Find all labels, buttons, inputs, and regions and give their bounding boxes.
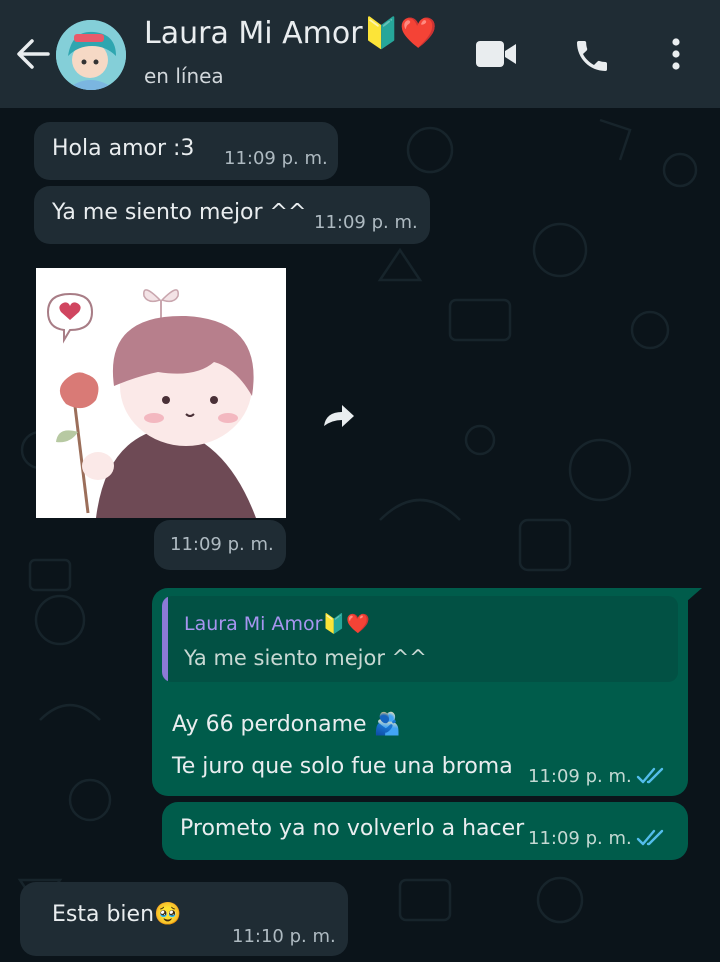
voice-call-icon[interactable] bbox=[572, 36, 612, 76]
video-call-icon[interactable] bbox=[474, 38, 518, 70]
forward-icon[interactable] bbox=[314, 394, 360, 440]
message-text: Esta bien🥹 bbox=[52, 902, 182, 927]
more-options-icon[interactable] bbox=[664, 34, 688, 74]
read-receipt-icon bbox=[636, 767, 664, 784]
read-receipt-icon bbox=[636, 829, 664, 846]
message-time: 11:09 p. m. bbox=[528, 766, 632, 787]
message-time: 11:09 p. m. bbox=[528, 828, 632, 849]
incoming-message[interactable]: Ya me siento mejor ^^ 11:09 p. m. bbox=[34, 186, 430, 244]
contact-name[interactable]: Laura Mi Amor🔰❤️ bbox=[144, 16, 437, 51]
incoming-message[interactable]: Esta bien🥹 11:10 p. m. bbox=[20, 882, 348, 956]
message-text-line1: Ay 66 perdoname 🫂 bbox=[172, 712, 401, 737]
outgoing-message[interactable]: Laura Mi Amor🔰❤️ Ya me siento mejor ^^ A… bbox=[152, 588, 688, 796]
bubble-tail bbox=[686, 588, 702, 602]
message-time: 11:09 p. m. bbox=[314, 212, 418, 233]
message-text-line2: Te juro que solo fue una broma bbox=[172, 754, 513, 779]
message-text: Prometo ya no volverlo a hacer bbox=[180, 816, 525, 841]
back-arrow-icon[interactable] bbox=[14, 36, 54, 72]
quote-text: Ya me siento mejor ^^ bbox=[184, 646, 427, 670]
sticker-image[interactable] bbox=[36, 268, 286, 518]
contact-status: en línea bbox=[144, 64, 224, 88]
chat-header: Laura Mi Amor🔰❤️ en línea bbox=[0, 0, 720, 108]
message-text: Hola amor :3 bbox=[52, 136, 195, 161]
message-time: 11:09 p. m. bbox=[170, 534, 274, 555]
quote-author: Laura Mi Amor🔰❤️ bbox=[184, 613, 370, 635]
sticker-time-badge: 11:09 p. m. bbox=[154, 520, 286, 570]
contact-avatar[interactable] bbox=[56, 20, 126, 90]
message-text: Ya me siento mejor ^^ bbox=[52, 200, 307, 225]
message-time: 11:10 p. m. bbox=[232, 926, 336, 947]
outgoing-message[interactable]: Prometo ya no volverlo a hacer 11:09 p. … bbox=[162, 802, 688, 860]
quoted-message[interactable]: Laura Mi Amor🔰❤️ Ya me siento mejor ^^ bbox=[162, 596, 678, 682]
quote-accent-bar bbox=[162, 596, 168, 682]
incoming-message[interactable]: Hola amor :3 11:09 p. m. bbox=[34, 122, 338, 180]
message-time: 11:09 p. m. bbox=[224, 148, 328, 169]
